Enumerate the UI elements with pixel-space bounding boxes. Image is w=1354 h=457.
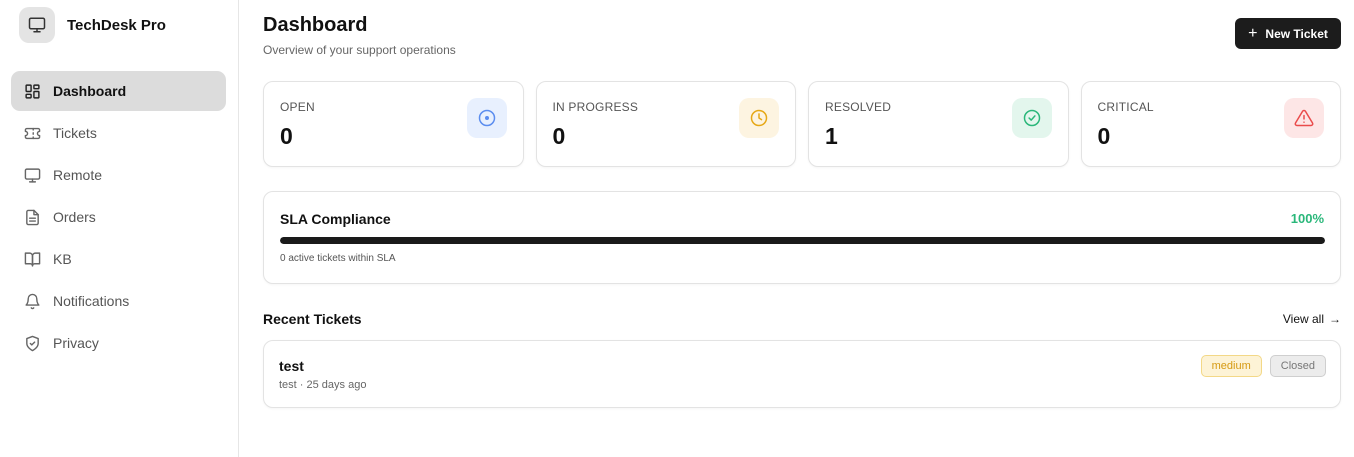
alert-triangle-icon [1284,98,1324,138]
sidebar-item-privacy[interactable]: Privacy [11,323,226,363]
stat-value: 0 [280,123,293,149]
new-ticket-button[interactable]: + New Ticket [1235,18,1341,49]
sla-note: 0 active tickets within SLA [280,253,396,264]
sidebar-item-orders[interactable]: Orders [11,197,226,237]
brand-name: TechDesk Pro [67,16,166,34]
stat-value: 0 [1097,123,1111,149]
sidebar-item-remote[interactable]: Remote [11,155,226,195]
ticket-title: test [279,358,304,374]
clock-icon [739,98,779,138]
stat-value: 0 [552,123,566,149]
ticket-row[interactable]: test test · 25 days ago medium Closed [263,340,1341,408]
sidebar: TechDesk Pro Dashboard Tickets Remote Or… [0,0,239,457]
sla-progress-fill [280,237,1325,244]
view-all-link[interactable]: View all → [1283,312,1341,326]
recent-tickets-title: Recent Tickets [263,311,362,327]
page-subtitle: Overview of your support operations [263,43,456,57]
circle-dot-icon [466,98,507,138]
sidebar-item-tickets[interactable]: Tickets [11,113,226,153]
sidebar-item-label: Orders [53,209,96,225]
sla-title: SLA Compliance [280,211,391,227]
new-ticket-label: New Ticket [1265,26,1328,41]
sla-percent: 100% [1290,211,1324,226]
book-open-icon [23,250,41,268]
view-all-label: View all [1282,312,1324,326]
stats-row: OPEN 0 IN PROGRESS 0 RESOLVED 1 CRITICAL… [263,81,1341,167]
sidebar-item-notifications[interactable]: Notifications [11,281,226,321]
stat-label: RESOLVED [825,100,892,114]
monitor-icon [23,166,41,184]
sidebar-item-label: Notifications [53,293,130,309]
stat-card-in-progress: IN PROGRESS 0 [535,81,796,167]
file-text-icon [23,208,41,226]
priority-badge: medium [1200,355,1262,377]
sidebar-item-kb[interactable]: KB [11,239,226,279]
sidebar-item-label: Remote [53,167,103,183]
sidebar-item-label: Dashboard [53,83,127,99]
ticket-badges: medium Closed [1200,355,1326,377]
sidebar-nav: Dashboard Tickets Remote Orders KB Notif… [11,71,226,365]
sla-compliance-card: SLA Compliance 100% 0 active tickets wit… [263,191,1341,284]
ticket-icon [23,124,41,142]
sidebar-item-label: KB [53,251,72,267]
main-content: Dashboard Overview of your support opera… [263,0,1341,457]
stat-label: CRITICAL [1097,100,1154,114]
monitor-icon [19,7,55,43]
stat-card-open: OPEN 0 [263,81,524,167]
sidebar-item-label: Privacy [53,335,99,351]
ticket-meta: test · 25 days ago [279,379,367,391]
plus-icon: + [1248,24,1258,42]
sla-progress-bar [280,237,1325,244]
layout-grid-icon [23,82,41,100]
stat-label: OPEN [280,100,315,114]
stat-card-critical: CRITICAL 0 [1080,81,1341,167]
bell-icon [23,292,41,310]
sidebar-item-dashboard[interactable]: Dashboard [11,71,226,111]
stat-card-resolved: RESOLVED 1 [808,81,1069,167]
check-circle-icon [1011,98,1052,138]
stat-label: IN PROGRESS [552,100,639,114]
stat-value: 1 [825,123,838,149]
brand[interactable]: TechDesk Pro [19,7,166,43]
sidebar-item-label: Tickets [53,125,97,141]
page-title: Dashboard [263,14,368,36]
arrow-right-icon: → [1329,312,1341,326]
shield-check-icon [23,334,41,352]
status-badge: Closed [1269,355,1326,377]
